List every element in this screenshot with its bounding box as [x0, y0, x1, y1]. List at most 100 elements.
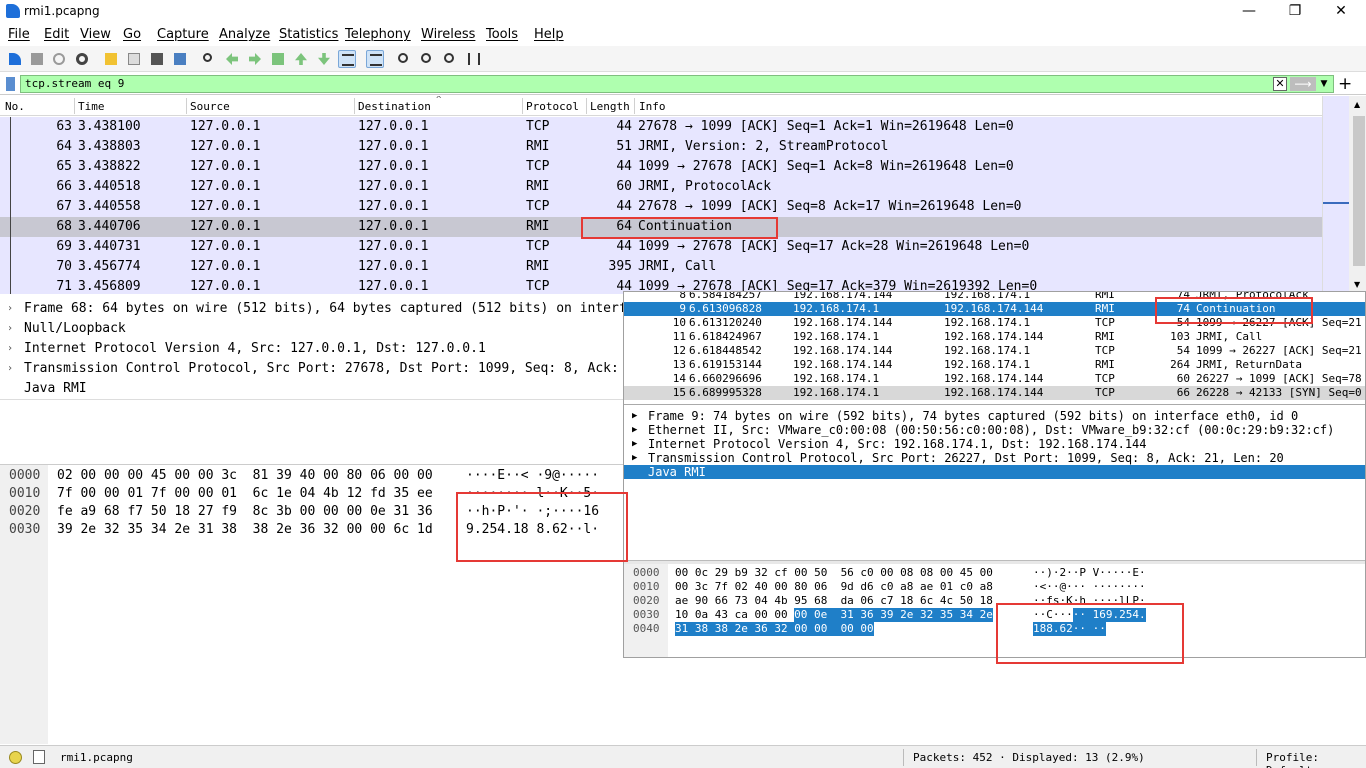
- menu-capture[interactable]: Capture: [157, 27, 209, 42]
- menu-telephony[interactable]: Telephony: [345, 27, 411, 42]
- overlay-detail-item[interactable]: ▶ Internet Protocol Version 4, Src: 192.1…: [624, 437, 1365, 451]
- column-protocol[interactable]: Protocol: [526, 100, 579, 113]
- menu-help[interactable]: Help: [534, 27, 564, 42]
- go-last-icon[interactable]: [315, 50, 333, 68]
- overlay-packet-row[interactable]: 9 6.613096828 192.168.174.1 192.168.174.144…: [624, 302, 1365, 316]
- bookmark-icon[interactable]: [6, 77, 15, 91]
- display-filter-bar: tcp.stream eq 9 ✕ ⟶ ▼ +: [0, 73, 1366, 95]
- detail-tree-item[interactable]: › Frame 68: 64 bytes on wire (512 bits), …: [0, 299, 624, 319]
- expert-info-icon[interactable]: [9, 751, 22, 764]
- packet-row[interactable]: 67 3.440558 127.0.0.1 127.0.0.1 TCP 44 27678 →…: [0, 197, 1322, 217]
- column-time[interactable]: Time: [78, 100, 105, 113]
- autoscroll-icon[interactable]: [338, 50, 356, 68]
- packet-destination: 127.0.0.1: [358, 259, 429, 274]
- column-source[interactable]: Source: [190, 100, 230, 113]
- column-length[interactable]: Length: [590, 100, 630, 113]
- overlay-packet-row[interactable]: 10 6.613120240 192.168.174.144 192.168.174.…: [624, 316, 1365, 330]
- expand-arrow-icon[interactable]: ›: [7, 319, 13, 339]
- expand-arrow-icon[interactable]: ›: [7, 359, 13, 379]
- save-icon[interactable]: [125, 50, 143, 68]
- status-profile[interactable]: Profile: Default: [1266, 751, 1366, 768]
- hex-ascii: 9.254.18 8.62··l·: [466, 522, 600, 537]
- go-forward-icon[interactable]: [246, 50, 264, 68]
- zoom-normal-icon[interactable]: [441, 50, 459, 68]
- packet-row[interactable]: 63 3.438100 127.0.0.1 127.0.0.1 TCP 44 27678 →…: [0, 117, 1322, 137]
- expand-arrow-icon[interactable]: ▶: [632, 451, 637, 465]
- menu-edit[interactable]: Edit: [44, 27, 69, 42]
- overlay-packet-row[interactable]: 14 6.660296696 192.168.174.1 192.168.174.14…: [624, 372, 1365, 386]
- packet-source: 192.168.174.144: [793, 316, 893, 329]
- packet-row[interactable]: 65 3.438822 127.0.0.1 127.0.0.1 TCP 44 1099 → …: [0, 157, 1322, 177]
- reload-icon[interactable]: [171, 50, 189, 68]
- close-button[interactable]: ✕: [1318, 0, 1364, 24]
- menu-statistics[interactable]: Statistics: [279, 27, 338, 42]
- menu-go[interactable]: Go: [123, 27, 141, 42]
- overlay-packet-row[interactable]: 8 6.584184257 192.168.174.144 192.168.174.1…: [624, 292, 1365, 302]
- packet-list-scrollbar[interactable]: ▲ ▼: [1351, 96, 1366, 294]
- expand-arrow-icon[interactable]: ›: [7, 299, 13, 319]
- colorize-icon[interactable]: [366, 50, 384, 68]
- apply-filter-button[interactable]: ⟶: [1290, 77, 1316, 91]
- detail-tree-item[interactable]: Java RMI: [0, 379, 624, 399]
- hex-offset: 0030: [9, 522, 41, 537]
- packet-row[interactable]: 68 3.440706 127.0.0.1 127.0.0.1 RMI 64 Continu…: [0, 217, 1322, 237]
- overlay-detail-item[interactable]: Java RMI: [624, 465, 1365, 479]
- column-destination[interactable]: Destination: [358, 100, 431, 113]
- clear-filter-icon[interactable]: ✕: [1273, 77, 1287, 91]
- packet-time: 6.660296696: [689, 372, 762, 385]
- capture-comment-icon[interactable]: [33, 750, 45, 764]
- options-gear-icon[interactable]: [73, 50, 91, 68]
- column-info[interactable]: Info: [639, 100, 666, 113]
- packet-row[interactable]: 69 3.440731 127.0.0.1 127.0.0.1 TCP 44 1099 → …: [0, 237, 1322, 257]
- zoom-in-icon[interactable]: [395, 50, 413, 68]
- zoom-out-icon[interactable]: [418, 50, 436, 68]
- packet-row[interactable]: 70 3.456774 127.0.0.1 127.0.0.1 RMI 395 JRMI, …: [0, 257, 1322, 277]
- go-to-packet-icon[interactable]: [269, 50, 287, 68]
- overlay-packet-row[interactable]: 15 6.689995328 192.168.174.1 192.168.174.14…: [624, 386, 1365, 400]
- detail-tree-item[interactable]: › Transmission Control Protocol, Src Port…: [0, 359, 624, 379]
- packet-row-bracket: [10, 157, 11, 177]
- packet-row[interactable]: 64 3.438803 127.0.0.1 127.0.0.1 RMI 51 JRMI, V…: [0, 137, 1322, 157]
- shark-fin-start-icon[interactable]: [6, 50, 24, 68]
- packet-no: 10: [672, 316, 686, 329]
- packet-list-header: No. Time Source Destination ^ Protocol L…: [0, 96, 1322, 116]
- menu-analyze[interactable]: Analyze: [219, 27, 270, 42]
- overlay-packet-row[interactable]: 13 6.619153144 192.168.174.144 192.168.174.…: [624, 358, 1365, 372]
- column-no[interactable]: No.: [5, 100, 25, 113]
- maximize-button[interactable]: ❐: [1272, 0, 1318, 24]
- overlay-packet-row[interactable]: 12 6.618448542 192.168.174.144 192.168.174.…: [624, 344, 1365, 358]
- add-filter-button[interactable]: +: [1338, 74, 1352, 94]
- resize-columns-icon[interactable]: [465, 50, 483, 68]
- go-first-icon[interactable]: [292, 50, 310, 68]
- expand-arrow-icon[interactable]: ▶: [632, 423, 637, 437]
- display-filter-input[interactable]: tcp.stream eq 9: [20, 75, 1334, 93]
- minimize-button[interactable]: —: [1226, 0, 1272, 24]
- window-title: rmi1.pcapng: [24, 4, 100, 18]
- expand-arrow-icon[interactable]: ▶: [632, 409, 637, 423]
- expand-arrow-icon[interactable]: ▶: [632, 437, 637, 451]
- open-file-icon[interactable]: [102, 50, 120, 68]
- overlay-packet-row[interactable]: 11 6.618424967 192.168.174.1 192.168.174.14…: [624, 330, 1365, 344]
- overlay-detail-item[interactable]: ▶ Ethernet II, Src: VMware_c0:00:08 (00:5…: [624, 423, 1365, 437]
- menu-view[interactable]: View: [80, 27, 111, 42]
- menu-wireless[interactable]: Wireless: [421, 27, 475, 42]
- packet-list-minimap[interactable]: ▲ ▼: [1322, 96, 1366, 294]
- packet-row[interactable]: 66 3.440518 127.0.0.1 127.0.0.1 RMI 60 JRMI, P…: [0, 177, 1322, 197]
- close-file-icon[interactable]: [148, 50, 166, 68]
- restart-icon[interactable]: [50, 50, 68, 68]
- expand-arrow-icon[interactable]: ›: [7, 339, 13, 359]
- overlay-detail-item[interactable]: ▶ Transmission Control Protocol, Src Port…: [624, 451, 1365, 465]
- detail-tree-item[interactable]: › Internet Protocol Version 4, Src: 127.0…: [0, 339, 624, 359]
- packet-time: 6.613096828: [689, 302, 762, 315]
- detail-tree-item[interactable]: › Null/Loopback: [0, 319, 624, 339]
- detail-tree-label: Frame 9: 74 bytes on wire (592 bits), 74…: [648, 409, 1299, 423]
- find-packet-icon[interactable]: [200, 50, 218, 68]
- overlay-detail-item[interactable]: ▶ Frame 9: 74 bytes on wire (592 bits), 7…: [624, 409, 1365, 423]
- menu-tools[interactable]: Tools: [486, 27, 518, 42]
- menu-file[interactable]: File: [8, 27, 30, 42]
- go-back-icon[interactable]: [223, 50, 241, 68]
- filter-dropdown-icon[interactable]: ▼: [1318, 77, 1330, 91]
- packet-length: 395: [608, 259, 632, 274]
- stop-icon[interactable]: [28, 50, 46, 68]
- detail-tree-label: Java RMI: [24, 381, 87, 396]
